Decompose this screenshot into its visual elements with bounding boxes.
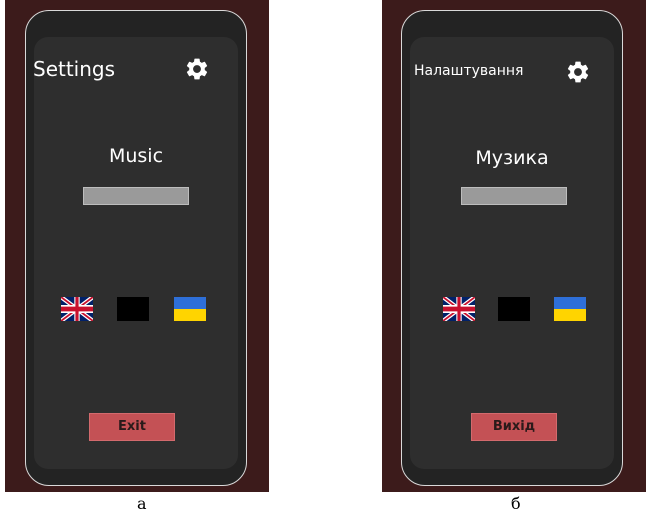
- panel-a-background: Settings Music Exit: [5, 0, 269, 492]
- panel-b-background: Налаштування Музика Вихід: [382, 0, 646, 492]
- music-label: Музика: [475, 147, 549, 169]
- caption-a: а: [137, 494, 147, 513]
- ukraine-flag-icon[interactable]: [554, 297, 586, 321]
- settings-screen-b: Налаштування Музика Вихід: [410, 37, 614, 469]
- settings-title: Settings: [33, 57, 116, 81]
- settings-screen-a: Settings Music Exit: [33, 37, 238, 469]
- caption-b: б: [511, 494, 521, 513]
- exit-button[interactable]: Вихід: [471, 413, 557, 441]
- music-volume-slider[interactable]: [83, 187, 189, 205]
- black-flag-placeholder[interactable]: [498, 297, 530, 321]
- exit-button[interactable]: Exit: [89, 413, 175, 441]
- music-volume-slider[interactable]: [461, 187, 567, 205]
- gear-icon[interactable]: [565, 59, 591, 85]
- music-label: Music: [108, 145, 164, 167]
- uk-flag-icon[interactable]: [443, 297, 475, 321]
- gear-icon[interactable]: [184, 56, 210, 82]
- ukraine-flag-icon[interactable]: [174, 297, 206, 321]
- phone-frame-a: Settings Music Exit: [25, 10, 247, 486]
- settings-title: Налаштування: [414, 63, 524, 79]
- uk-flag-icon[interactable]: [61, 297, 93, 321]
- black-flag-placeholder[interactable]: [117, 297, 149, 321]
- phone-frame-b: Налаштування Музика Вихід: [401, 10, 623, 486]
